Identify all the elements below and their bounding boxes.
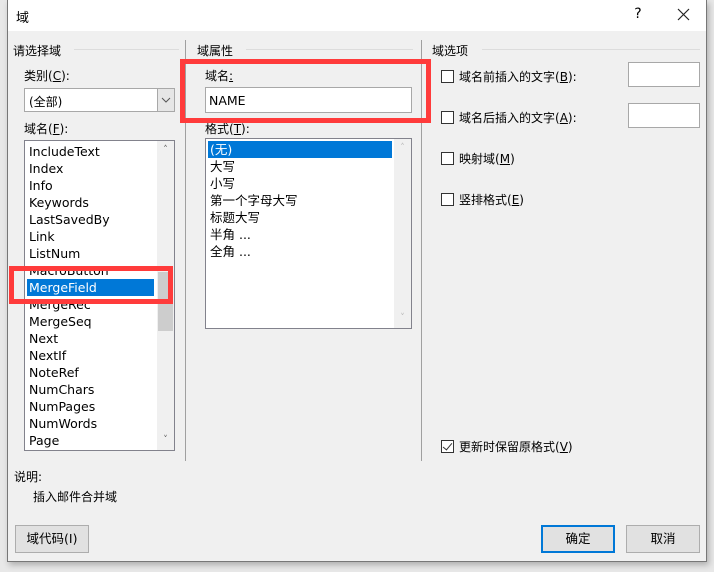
field-list-item[interactable]: MergeSeq	[27, 313, 154, 330]
format-list-item[interactable]: 全角 ...	[208, 243, 392, 260]
checkbox[interactable]	[441, 111, 454, 124]
field-option-3-checkbox[interactable]: 映射域(M)	[441, 150, 515, 167]
dropdown-button[interactable]	[157, 89, 174, 111]
format-list-item[interactable]: 半角 ...	[208, 226, 392, 243]
description-label: 说明:	[14, 470, 43, 484]
field-list-item[interactable]: NumPages	[27, 398, 154, 415]
option-label: 竖排格式(E)	[459, 193, 524, 207]
dialog-title: 域	[16, 11, 30, 26]
field-name-label: 域名:	[205, 69, 234, 83]
description-text: 插入邮件合并域	[33, 490, 118, 504]
field-list-item[interactable]: Index	[27, 160, 154, 177]
checkbox[interactable]	[441, 70, 454, 83]
scroll-down-icon[interactable]: ˅	[394, 310, 411, 327]
field-option-4-checkbox[interactable]: 竖排格式(E)	[441, 191, 524, 208]
field-option-2-checkbox[interactable]: 域名后插入的文字(A):	[441, 109, 577, 126]
field-codes-button[interactable]: 域代码(I)	[15, 525, 89, 553]
cancel-button[interactable]: 取消	[626, 525, 700, 553]
option-2-text-input[interactable]	[628, 103, 700, 128]
field-list-scrollbar[interactable]: ˄ ˅	[157, 141, 174, 450]
format-label: 格式(T):	[205, 122, 250, 136]
scroll-up-icon[interactable]: ˄	[394, 140, 411, 157]
format-list-item[interactable]: 第一个字母大写	[208, 192, 392, 209]
chevron-down-icon	[161, 97, 171, 103]
close-button[interactable]	[672, 4, 696, 26]
field-list-item[interactable]: MergeRec	[27, 296, 154, 313]
field-list-item[interactable]: ListNum	[27, 245, 154, 262]
checkbox[interactable]	[441, 440, 454, 453]
field-name-input[interactable]	[205, 87, 412, 113]
checkbox[interactable]	[441, 193, 454, 206]
category-value: (全部)	[29, 95, 63, 109]
field-option-1-checkbox[interactable]: 域名前插入的文字(B):	[441, 68, 577, 85]
option-label: 域名前插入的文字(B):	[459, 70, 577, 84]
format-list-item[interactable]: (无)	[208, 141, 392, 158]
panel-divider	[185, 40, 186, 461]
scroll-up-icon[interactable]: ˄	[157, 142, 174, 159]
close-icon	[677, 8, 690, 21]
title-bar: 域 ?	[8, 0, 706, 31]
preserve-format-checkbox[interactable]: 更新时保留原格式(V)	[441, 438, 573, 455]
choose-field-group-label: 请选择域	[13, 44, 62, 58]
format-list[interactable]: ˄ ˅ (无) 大写 小写 第一个字母大写 标题大写 半角 ... 全角 ...	[205, 138, 412, 329]
field-options-group-label: 域选项	[432, 44, 469, 58]
field-list-item[interactable]: NumChars	[27, 381, 154, 398]
field-list-item[interactable]: LastSavedBy	[27, 211, 154, 228]
field-list-item[interactable]: Page	[27, 432, 154, 449]
group-line	[74, 49, 179, 50]
field-properties-group-label: 域属性	[197, 44, 234, 58]
field-list-item[interactable]: NumWords	[27, 415, 154, 432]
preserve-format-label: 更新时保留原格式(V)	[459, 440, 573, 454]
scroll-thumb[interactable]	[158, 272, 173, 331]
field-names-list[interactable]: ˄ ˅ IncludeText Index Info Keywords LastSave…	[24, 140, 175, 451]
group-line	[246, 49, 413, 50]
ok-button[interactable]: 确定	[541, 525, 615, 553]
format-list-item[interactable]: 标题大写	[208, 209, 392, 226]
field-list-item[interactable]: Keywords	[27, 194, 154, 211]
option-1-text-input[interactable]	[628, 62, 700, 87]
field-dialog: 域 ? 请选择域 类别(C): (全部) 域名(F): ˄ ˅ IncludeT…	[7, 0, 707, 562]
scroll-down-icon[interactable]: ˅	[157, 432, 174, 449]
option-label: 域名后插入的文字(A):	[459, 111, 577, 125]
panel-divider	[421, 40, 422, 461]
checkbox[interactable]	[441, 152, 454, 165]
option-label: 映射域(M)	[459, 152, 515, 166]
format-list-item[interactable]: 小写	[208, 175, 392, 192]
field-list-item[interactable]: NoteRef	[27, 364, 154, 381]
help-button[interactable]: ?	[630, 6, 646, 22]
field-list-item[interactable]: MergeField	[27, 279, 154, 296]
format-list-scrollbar[interactable]: ˄ ˅	[394, 139, 411, 328]
format-list-item[interactable]: 大写	[208, 158, 392, 175]
group-line	[482, 49, 700, 50]
field-list-item[interactable]: NextIf	[27, 347, 154, 364]
field-list-item[interactable]: Info	[27, 177, 154, 194]
field-names-label: 域名(F):	[24, 122, 69, 136]
category-dropdown[interactable]: (全部)	[24, 88, 175, 112]
category-label: 类别(C):	[24, 69, 70, 83]
field-list-item[interactable]: MacroButton	[27, 262, 154, 279]
field-list-item[interactable]: IncludeText	[27, 143, 154, 160]
field-list-item[interactable]: Link	[27, 228, 154, 245]
field-list-item[interactable]: Next	[27, 330, 154, 347]
